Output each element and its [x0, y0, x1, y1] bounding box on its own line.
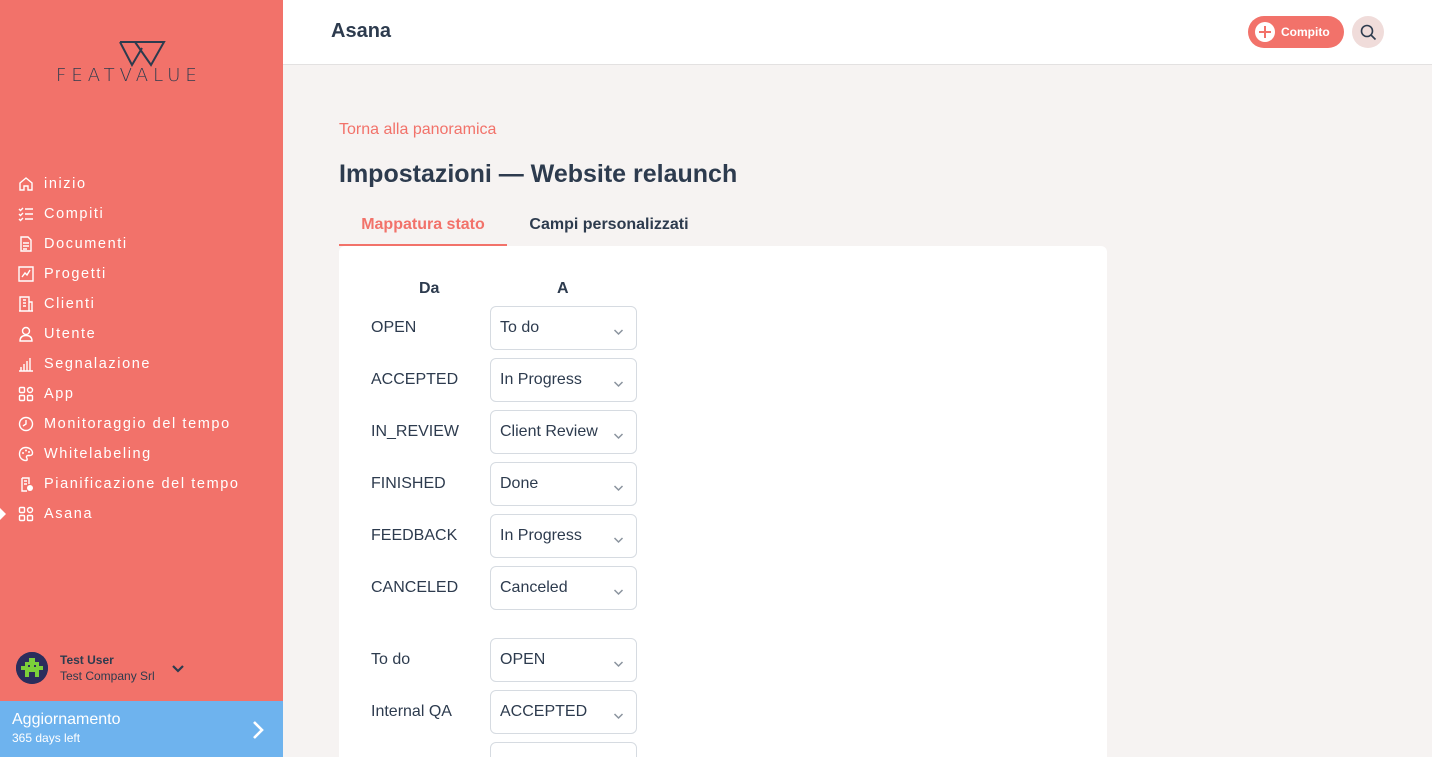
sidebar-nav: inizio Compiti Documenti Progetti Client…: [0, 169, 283, 529]
sidebar-item-label: Segnalazione: [44, 356, 152, 372]
tab-custom-fields[interactable]: Campi personalizzati: [515, 206, 703, 246]
time-planning-icon: [17, 475, 35, 493]
apps-icon: [17, 385, 35, 403]
mapping-from-label: To do: [371, 651, 411, 668]
plus-icon: [1255, 22, 1275, 42]
column-header-to: A: [557, 280, 569, 297]
chevron-down-icon: [613, 323, 624, 341]
mapping-to-select[interactable]: To do: [490, 306, 637, 350]
sidebar: FEATVALUE inizio Compiti Documenti Proge…: [0, 0, 283, 757]
add-task-button[interactable]: Compito: [1248, 16, 1344, 48]
sidebar-item-label: Compiti: [44, 206, 105, 222]
user-menu[interactable]: Test User Test Company Srl: [16, 652, 276, 686]
sidebar-item-segnalazione[interactable]: Segnalazione: [0, 349, 283, 379]
user-name: Test User: [60, 653, 114, 667]
sidebar-item-asana[interactable]: Asana: [0, 499, 283, 529]
sidebar-item-whitelabeling[interactable]: Whitelabeling: [0, 439, 283, 469]
report-icon: [17, 355, 35, 373]
mapping-to-select[interactable]: [490, 742, 637, 757]
chevron-down-icon: [613, 479, 624, 497]
column-header-from: Da: [419, 280, 440, 297]
logo-text: FEATVALUE: [56, 65, 202, 86]
select-value: In Progress: [500, 371, 582, 388]
home-icon: [17, 175, 35, 193]
sidebar-item-label: Pianificazione del tempo: [44, 476, 240, 492]
chevron-right-icon: [250, 719, 266, 746]
chevron-down-icon: [613, 655, 624, 673]
add-task-label: Compito: [1281, 25, 1330, 39]
sidebar-item-label: Clienti: [44, 296, 96, 312]
sidebar-item-utente[interactable]: Utente: [0, 319, 283, 349]
status-mapping-card: Da A OPEN To do ACCEPTED In Progress IN_…: [339, 246, 1107, 757]
chevron-down-icon: [613, 707, 624, 725]
upgrade-title: Aggiornamento: [12, 711, 121, 728]
time-tracking-icon: [17, 415, 35, 433]
tab-status-mapping[interactable]: Mappatura stato: [339, 206, 507, 246]
chevron-down-icon: [171, 661, 185, 679]
logo-mark-icon: [119, 41, 166, 67]
mapping-from-label: CANCELED: [371, 579, 459, 596]
mapping-to-select[interactable]: In Progress: [490, 358, 637, 402]
sidebar-item-label: inizio: [44, 176, 87, 192]
sidebar-item-monitoraggio[interactable]: Monitoraggio del tempo: [0, 409, 283, 439]
mapping-from-label: IN_REVIEW: [371, 423, 460, 440]
sidebar-item-label: Monitoraggio del tempo: [44, 416, 231, 432]
select-value: ACCEPTED: [500, 703, 588, 720]
mapping-to-select[interactable]: Client Review: [490, 410, 637, 454]
select-value: OPEN: [500, 651, 546, 668]
select-value: Done: [500, 475, 539, 492]
clients-icon: [17, 295, 35, 313]
sidebar-item-inizio[interactable]: inizio: [0, 169, 283, 199]
search-button[interactable]: [1352, 16, 1384, 48]
mapping-to-select[interactable]: In Progress: [490, 514, 637, 558]
chevron-down-icon: [613, 427, 624, 445]
sidebar-item-pianificazione[interactable]: Pianificazione del tempo: [0, 469, 283, 499]
user-company: Test Company Srl: [60, 669, 155, 683]
sidebar-item-label: Utente: [44, 326, 97, 342]
whitelabel-icon: [17, 445, 35, 463]
sidebar-item-label: Whitelabeling: [44, 446, 152, 462]
mapping-to-select[interactable]: OPEN: [490, 638, 637, 682]
chevron-down-icon: [613, 531, 624, 549]
sidebar-item-label: Documenti: [44, 236, 128, 252]
asana-icon: [17, 505, 35, 523]
mapping-from-label: Internal QA: [371, 703, 452, 720]
upgrade-days-left: 365 days left: [12, 731, 81, 745]
documents-icon: [17, 235, 35, 253]
back-to-overview-link[interactable]: Torna alla panoramica: [339, 121, 496, 139]
sidebar-item-app[interactable]: App: [0, 379, 283, 409]
top-header: Asana Compito: [283, 0, 1432, 65]
search-icon: [1360, 24, 1376, 40]
mapping-to-select[interactable]: ACCEPTED: [490, 690, 637, 734]
mapping-from-label: ACCEPTED: [371, 371, 459, 388]
sidebar-item-documenti[interactable]: Documenti: [0, 229, 283, 259]
projects-icon: [17, 265, 35, 283]
page-title: Impostazioni — Website relaunch: [339, 160, 738, 188]
chevron-down-icon: [613, 375, 624, 393]
select-value: Canceled: [500, 579, 568, 596]
sidebar-item-compiti[interactable]: Compiti: [0, 199, 283, 229]
user-icon: [17, 325, 35, 343]
select-value: Client Review: [500, 423, 598, 440]
featvalue-logo[interactable]: FEATVALUE: [56, 40, 228, 90]
sidebar-item-label: Asana: [44, 506, 94, 522]
sidebar-item-clienti[interactable]: Clienti: [0, 289, 283, 319]
chevron-down-icon: [613, 583, 624, 601]
sidebar-item-label: App: [44, 386, 75, 402]
select-value: In Progress: [500, 527, 582, 544]
upgrade-banner[interactable]: Aggiornamento 365 days left: [0, 701, 283, 757]
mapping-from-label: FINISHED: [371, 475, 446, 492]
select-value: To do: [500, 319, 540, 336]
avatar: [16, 652, 48, 684]
mapping-to-select[interactable]: Canceled: [490, 566, 637, 610]
mapping-from-label: FEEDBACK: [371, 527, 458, 544]
tasks-icon: [17, 205, 35, 223]
sidebar-item-progetti[interactable]: Progetti: [0, 259, 283, 289]
mapping-from-label: OPEN: [371, 319, 417, 336]
page-header-title: Asana: [331, 20, 392, 42]
sidebar-item-label: Progetti: [44, 266, 107, 282]
mapping-to-select[interactable]: Done: [490, 462, 637, 506]
